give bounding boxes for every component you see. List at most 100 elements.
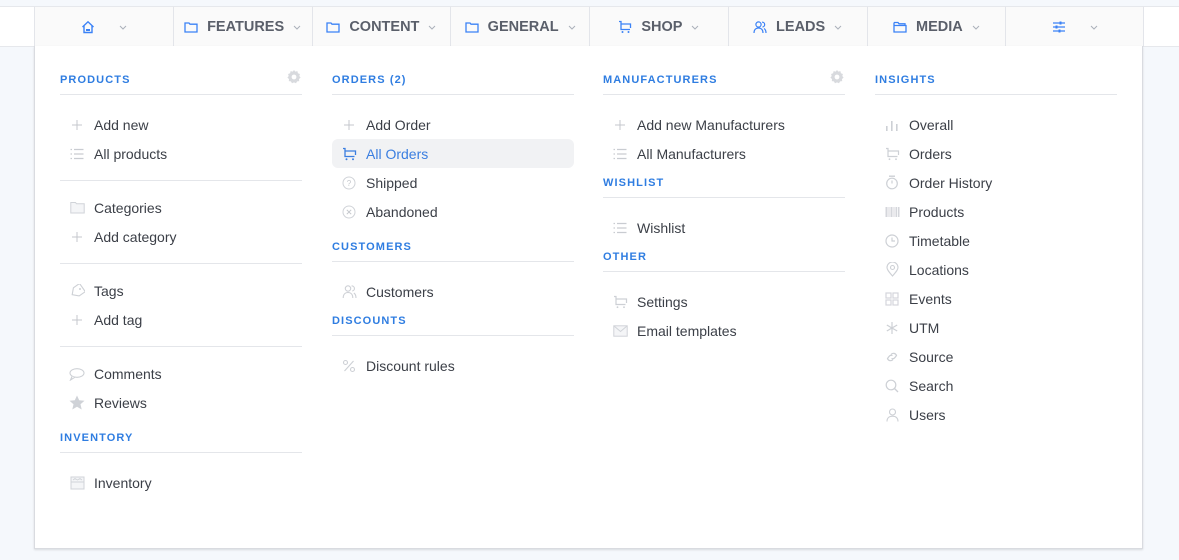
chevron-down-icon bbox=[118, 22, 128, 32]
gear-icon[interactable] bbox=[829, 69, 845, 85]
nav-media[interactable]: MEDIA bbox=[866, 6, 1006, 47]
menu-item-tags[interactable]: Tags bbox=[60, 276, 302, 305]
nav-home[interactable] bbox=[34, 6, 173, 47]
menu-item-utm[interactable]: UTM bbox=[875, 313, 1117, 342]
menu-item-add-category[interactable]: Add category bbox=[60, 222, 302, 251]
menu-item-label: Add new Manufacturers bbox=[637, 116, 785, 133]
plus-icon bbox=[69, 229, 85, 245]
menu-item-abandoned[interactable]: Abandoned bbox=[332, 197, 574, 226]
star-icon bbox=[69, 395, 85, 411]
menu-item-all-products[interactable]: All products bbox=[60, 139, 302, 168]
menu-item-timetable[interactable]: Timetable bbox=[875, 226, 1117, 255]
section-header-discounts: DISCOUNTS bbox=[332, 306, 574, 336]
menu-item-wishlist[interactable]: Wishlist bbox=[603, 213, 845, 242]
menu-item-label: Discount rules bbox=[366, 357, 455, 374]
menu-item-comments[interactable]: Comments bbox=[60, 359, 302, 388]
menu-item-label: All products bbox=[94, 145, 168, 162]
menu-item-label: Products bbox=[909, 203, 965, 220]
section-title: INSIGHTS bbox=[875, 74, 936, 86]
menu-item-categories[interactable]: Categories bbox=[60, 193, 302, 222]
section-header-inventory: INVENTORY bbox=[60, 423, 302, 453]
section-header-orders: ORDERS (2) bbox=[332, 66, 574, 95]
menu-item-label: Overall bbox=[909, 116, 954, 133]
menu-item-orders[interactable]: Orders bbox=[875, 139, 1117, 168]
menu-item-label: Timetable bbox=[909, 232, 970, 249]
nav-content[interactable]: CONTENT bbox=[311, 6, 451, 47]
menu-item-add-new-manufacturers[interactable]: Add new Manufacturers bbox=[603, 110, 845, 139]
menu-item-inventory[interactable]: Inventory bbox=[60, 468, 302, 497]
menu-item-label: Categories bbox=[94, 199, 162, 216]
menu-item-settings[interactable]: Settings bbox=[603, 287, 845, 316]
chevron-down-icon bbox=[567, 22, 577, 32]
list-icon bbox=[612, 146, 628, 162]
menu-item-users[interactable]: Users bbox=[875, 400, 1117, 429]
folder-open-icon bbox=[892, 19, 908, 35]
menu-item-search[interactable]: Search bbox=[875, 371, 1117, 400]
menu-item-source[interactable]: Source bbox=[875, 342, 1117, 371]
menu-item-label: All Orders bbox=[366, 145, 429, 162]
menu-item-customers[interactable]: Customers bbox=[332, 277, 574, 306]
menu-item-label: Add tag bbox=[94, 311, 143, 328]
nav-features[interactable]: FEATURES bbox=[172, 6, 312, 47]
menu-item-label: Orders bbox=[909, 145, 952, 162]
nav-leads[interactable]: LEADS bbox=[727, 6, 867, 47]
menu-item-all-orders[interactable]: All Orders bbox=[332, 139, 574, 168]
menu-item-locations[interactable]: Locations bbox=[875, 255, 1117, 284]
mail-icon bbox=[612, 323, 628, 339]
menu-item-shipped[interactable]: ? Shipped bbox=[332, 168, 574, 197]
nav-settings[interactable] bbox=[1005, 6, 1144, 47]
section-header-products: PRODUCTS bbox=[60, 66, 302, 95]
home-icon bbox=[80, 19, 96, 35]
column-orders: ORDERS (2) Add Order All Orders ? Shippe… bbox=[332, 46, 574, 380]
menu-item-label: Settings bbox=[637, 293, 688, 310]
location-pin-icon bbox=[884, 262, 900, 278]
column-manufacturers: MANUFACTURERS Add new Manufacturers All … bbox=[603, 46, 845, 345]
asterisk-icon bbox=[884, 320, 900, 336]
menu-item-email-templates[interactable]: Email templates bbox=[603, 316, 845, 345]
x-circle-icon bbox=[341, 204, 357, 220]
menu-item-label: Users bbox=[909, 406, 946, 423]
nav-label: CONTENT bbox=[349, 19, 420, 35]
grid-icon bbox=[884, 291, 900, 307]
chevron-down-icon bbox=[427, 22, 437, 32]
menu-item-reviews[interactable]: Reviews bbox=[60, 388, 302, 417]
menu-item-overall[interactable]: Overall bbox=[875, 110, 1117, 139]
section-title: ORDERS (2) bbox=[332, 74, 407, 86]
bar-chart-icon bbox=[884, 117, 900, 133]
question-circle-icon: ? bbox=[341, 175, 357, 191]
nav-label: MEDIA bbox=[916, 19, 963, 35]
section-header-manufacturers: MANUFACTURERS bbox=[603, 66, 845, 95]
menu-item-label: Reviews bbox=[94, 394, 147, 411]
section-header-wishlist: WISHLIST bbox=[603, 168, 845, 198]
section-header-customers: CUSTOMERS bbox=[332, 232, 574, 262]
section-title: WISHLIST bbox=[603, 177, 665, 189]
folder-icon bbox=[325, 19, 341, 35]
nav-shop[interactable]: SHOP bbox=[589, 6, 728, 47]
nav-general[interactable]: GENERAL bbox=[450, 6, 589, 47]
plus-icon bbox=[341, 117, 357, 133]
gear-icon[interactable] bbox=[286, 69, 302, 85]
menu-item-products[interactable]: Products bbox=[875, 197, 1117, 226]
chevron-down-icon bbox=[971, 22, 981, 32]
menu-item-discount-rules[interactable]: Discount rules bbox=[332, 351, 574, 380]
menu-item-label: Locations bbox=[909, 261, 969, 278]
folder-icon bbox=[464, 19, 480, 35]
menu-item-all-manufacturers[interactable]: All Manufacturers bbox=[603, 139, 845, 168]
menu-item-order-history[interactable]: Order History bbox=[875, 168, 1117, 197]
menu-item-add-tag[interactable]: Add tag bbox=[60, 305, 302, 334]
menu-item-events[interactable]: Events bbox=[875, 284, 1117, 313]
section-title: PRODUCTS bbox=[60, 74, 131, 86]
menu-item-add-new[interactable]: Add new bbox=[60, 110, 302, 139]
barcode-icon bbox=[884, 204, 900, 220]
folder-icon bbox=[183, 19, 199, 35]
link-icon bbox=[884, 349, 900, 365]
comment-icon bbox=[69, 366, 85, 382]
section-header-insights: INSIGHTS bbox=[875, 66, 1117, 95]
menu-item-label: Email templates bbox=[637, 322, 737, 339]
menu-item-add-order[interactable]: Add Order bbox=[332, 110, 574, 139]
plus-icon bbox=[612, 117, 628, 133]
list-icon bbox=[612, 220, 628, 236]
menu-item-label: Abandoned bbox=[366, 203, 438, 220]
plus-icon bbox=[69, 117, 85, 133]
menu-item-label: Events bbox=[909, 290, 952, 307]
